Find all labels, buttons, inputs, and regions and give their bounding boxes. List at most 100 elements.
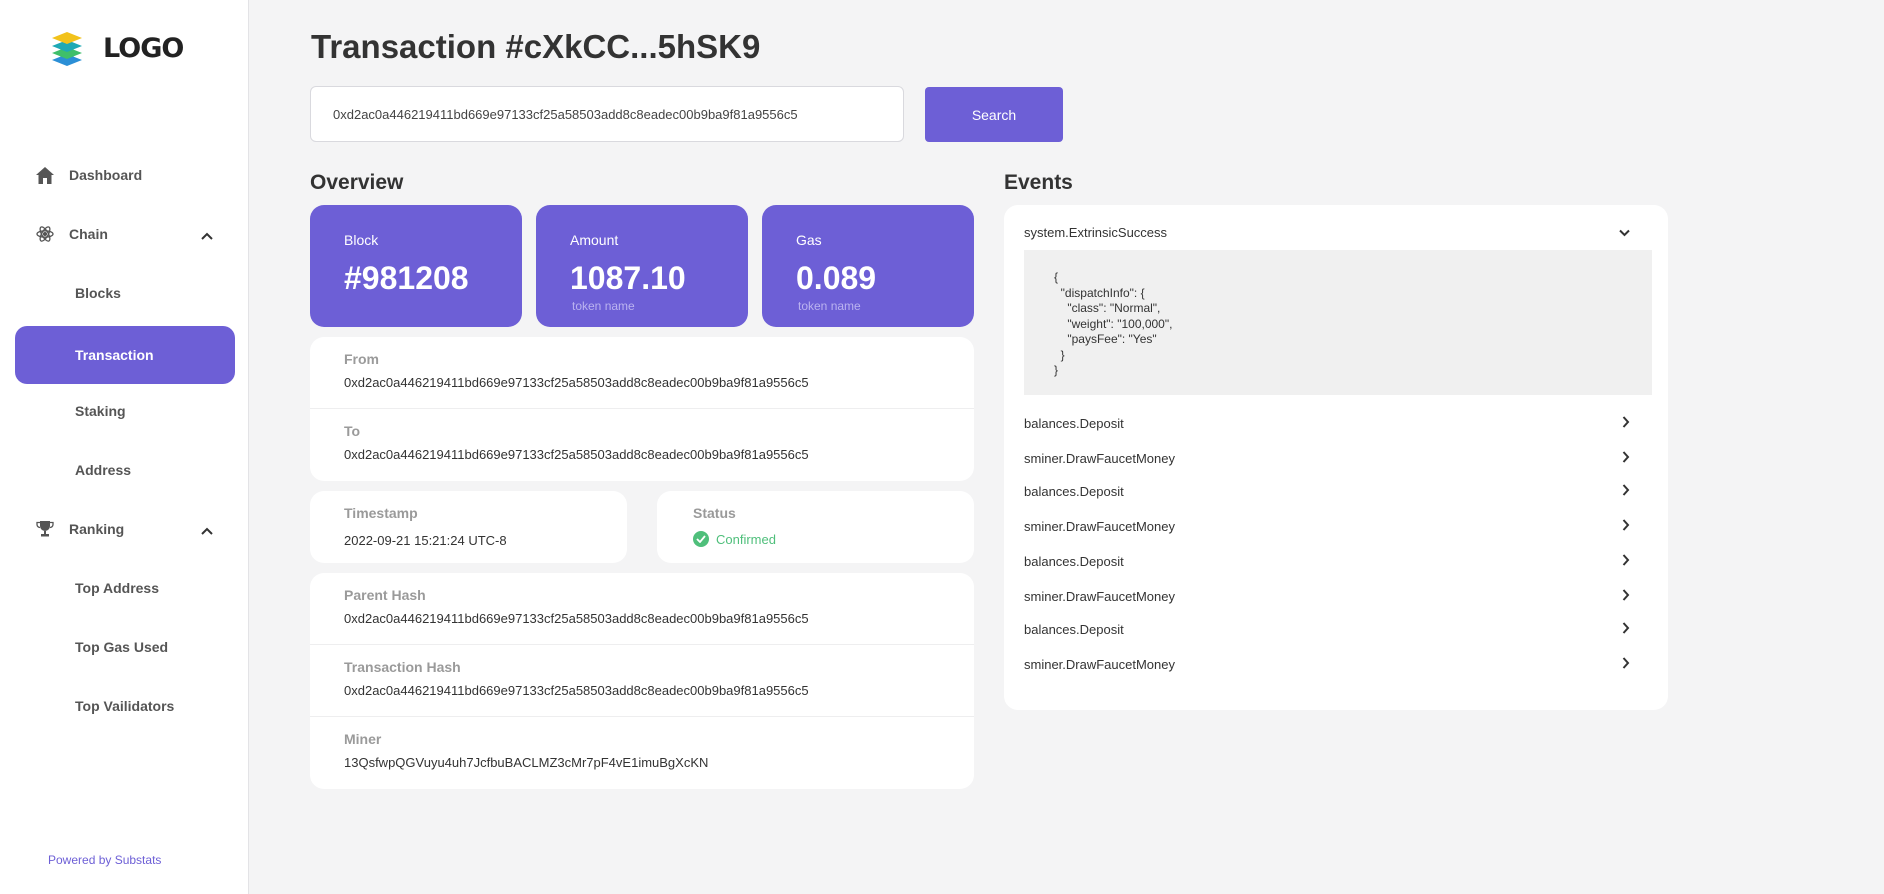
from-field: From 0xd2ac0a446219411bd669e97133cf25a58… — [344, 351, 809, 390]
transaction-hash-value[interactable]: 0xd2ac0a446219411bd669e97133cf25a58503ad… — [344, 683, 809, 698]
powered-by-link[interactable]: Powered by Substats — [48, 853, 161, 867]
event-item[interactable]: balances.Deposit — [1024, 618, 1652, 640]
block-card[interactable]: Block #981208 — [310, 205, 522, 327]
chevron-down-icon[interactable] — [1619, 225, 1630, 240]
block-value: #981208 — [344, 260, 469, 296]
amount-label: Amount — [570, 232, 619, 248]
layers-logo-icon — [52, 32, 82, 66]
sidebar-item-blocks[interactable]: Blocks — [15, 264, 235, 322]
transaction-hash-field: Transaction Hash 0xd2ac0a446219411bd669e… — [344, 659, 809, 698]
overview-title: Overview — [310, 171, 404, 194]
sidebar-item-ranking[interactable]: Ranking — [15, 500, 235, 558]
parent-hash-value[interactable]: 0xd2ac0a446219411bd669e97133cf25a58503ad… — [344, 611, 809, 626]
divider — [310, 408, 974, 409]
status-panel: Status Confirmed — [657, 491, 974, 563]
atom-icon — [35, 224, 55, 244]
from-to-panel: From 0xd2ac0a446219411bd669e97133cf25a58… — [310, 337, 974, 481]
sidebar-item-label: Dashboard — [69, 167, 143, 183]
miner-value[interactable]: 13QsfwpQGVuyu4uh7JcfbuBACLMZ3cMr7pF4vE1i… — [344, 755, 708, 770]
sidebar-item-label: Top Gas Used — [75, 639, 169, 655]
sidebar-item-dashboard[interactable]: Dashboard — [15, 146, 235, 204]
event-json: { "dispatchInfo": { "class": "Normal", "… — [1024, 250, 1652, 395]
chevron-right-icon[interactable] — [1622, 622, 1630, 637]
chevron-up-icon[interactable] — [201, 227, 213, 243]
parent-hash-label: Parent Hash — [344, 587, 426, 603]
event-name: balances.Deposit — [1024, 553, 1124, 569]
amount-value: 1087.10 — [570, 260, 686, 296]
hash-panel: Parent Hash 0xd2ac0a446219411bd669e97133… — [310, 573, 974, 789]
status-badge: Confirmed — [693, 531, 776, 547]
chevron-right-icon[interactable] — [1622, 519, 1630, 534]
logo-text: LOGO — [103, 32, 184, 64]
block-label: Block — [344, 232, 379, 248]
trophy-icon — [35, 519, 55, 539]
amount-card: Amount 1087.10 token name — [536, 205, 748, 327]
events-panel: system.ExtrinsicSuccess { "dispatchInfo"… — [1004, 205, 1668, 710]
event-item[interactable]: balances.Deposit — [1024, 480, 1652, 502]
to-label: To — [344, 423, 361, 439]
timestamp-value: 2022-09-21 15:21:24 UTC-8 — [344, 533, 507, 548]
sidebar: LOGO Dashboard Chain Blocks Transaction … — [0, 0, 249, 894]
home-icon — [35, 165, 55, 185]
event-name: balances.Deposit — [1024, 483, 1124, 499]
sidebar-item-label: Chain — [69, 226, 108, 242]
miner-label: Miner — [344, 731, 382, 747]
sidebar-item-staking[interactable]: Staking — [15, 382, 235, 440]
sidebar-item-label: Staking — [75, 403, 126, 419]
event-item[interactable]: sminer.DrawFaucetMoney — [1024, 515, 1652, 537]
timestamp-field: Timestamp 2022-09-21 15:21:24 UTC-8 — [344, 505, 507, 548]
chevron-right-icon[interactable] — [1622, 554, 1630, 569]
sidebar-item-chain[interactable]: Chain — [15, 205, 235, 263]
gas-card: Gas 0.089 token name — [762, 205, 974, 327]
from-value[interactable]: 0xd2ac0a446219411bd669e97133cf25a58503ad… — [344, 375, 809, 390]
events-title: Events — [1004, 171, 1073, 194]
logo[interactable]: LOGO — [49, 30, 184, 66]
to-value[interactable]: 0xd2ac0a446219411bd669e97133cf25a58503ad… — [344, 447, 809, 462]
amount-unit: token name — [572, 299, 635, 313]
sidebar-item-transaction[interactable]: Transaction — [15, 326, 235, 384]
search-button[interactable]: Search — [925, 87, 1063, 142]
event-name: system.ExtrinsicSuccess — [1024, 224, 1168, 240]
timestamp-label: Timestamp — [344, 505, 418, 521]
gas-unit: token name — [798, 299, 861, 313]
event-item[interactable]: balances.Deposit — [1024, 550, 1652, 572]
event-name: sminer.DrawFaucetMoney — [1024, 450, 1175, 466]
sidebar-item-label: Top Vailidators — [75, 698, 175, 714]
status-value: Confirmed — [716, 531, 776, 547]
event-name: sminer.DrawFaucetMoney — [1024, 588, 1175, 604]
to-field: To 0xd2ac0a446219411bd669e97133cf25a5850… — [344, 423, 809, 462]
status-label: Status — [693, 505, 736, 521]
event-name: sminer.DrawFaucetMoney — [1024, 518, 1175, 534]
sidebar-item-label: Transaction — [75, 347, 154, 363]
sidebar-item-label: Address — [75, 462, 132, 478]
event-item-expanded[interactable]: system.ExtrinsicSuccess — [1024, 221, 1652, 243]
parent-hash-field: Parent Hash 0xd2ac0a446219411bd669e97133… — [344, 587, 809, 626]
sidebar-item-top-address[interactable]: Top Address — [15, 559, 235, 617]
divider — [310, 644, 974, 645]
from-label: From — [344, 351, 379, 367]
sidebar-item-label: Top Address — [75, 580, 160, 596]
check-circle-icon — [693, 531, 709, 547]
chevron-up-icon[interactable] — [201, 522, 213, 538]
chevron-right-icon[interactable] — [1622, 416, 1630, 431]
miner-field: Miner 13QsfwpQGVuyu4uh7JcfbuBACLMZ3cMr7p… — [344, 731, 708, 770]
event-item[interactable]: sminer.DrawFaucetMoney — [1024, 447, 1652, 469]
event-item[interactable]: sminer.DrawFaucetMoney — [1024, 653, 1652, 675]
event-name: balances.Deposit — [1024, 621, 1124, 637]
page-title: Transaction #cXkCC...5hSK9 — [311, 28, 761, 65]
sidebar-item-label: Blocks — [75, 285, 121, 301]
event-name: balances.Deposit — [1024, 415, 1124, 431]
chevron-right-icon[interactable] — [1622, 484, 1630, 499]
gas-value: 0.089 — [796, 260, 877, 296]
search-input[interactable] — [310, 86, 904, 142]
transaction-hash-label: Transaction Hash — [344, 659, 461, 675]
event-item[interactable]: sminer.DrawFaucetMoney — [1024, 585, 1652, 607]
sidebar-item-top-validators[interactable]: Top Vailidators — [15, 677, 235, 735]
chevron-right-icon[interactable] — [1622, 657, 1630, 672]
chevron-right-icon[interactable] — [1622, 451, 1630, 466]
chevron-right-icon[interactable] — [1622, 589, 1630, 604]
sidebar-item-top-gas-used[interactable]: Top Gas Used — [15, 618, 235, 676]
event-name: sminer.DrawFaucetMoney — [1024, 656, 1175, 672]
event-item[interactable]: balances.Deposit — [1024, 412, 1652, 434]
sidebar-item-address[interactable]: Address — [15, 441, 235, 499]
